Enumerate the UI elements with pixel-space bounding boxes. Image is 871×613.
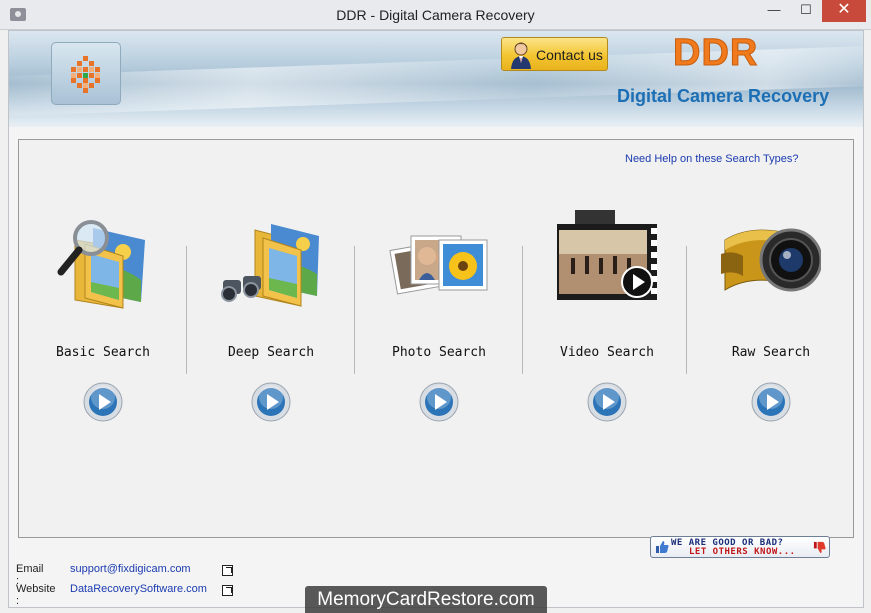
website-link[interactable]: DataRecoverySoftware.com [70, 583, 207, 595]
thumbs-up-icon [656, 541, 669, 553]
app-logo [51, 42, 121, 105]
contact-us-button[interactable]: Contact us [501, 37, 608, 71]
photos-icon [389, 235, 488, 295]
basic-search-play-button[interactable] [83, 382, 123, 422]
header-banner: Contact us DDR Digital Camera Recovery [9, 31, 863, 127]
photo-search-play-button[interactable] [419, 382, 459, 422]
filmstrip-icon [557, 210, 657, 300]
deep-search-label: Deep Search [227, 345, 315, 360]
photo-search-option[interactable]: Photo Search [355, 200, 523, 440]
raw-search-option[interactable]: Raw Search [687, 200, 855, 440]
external-link-icon[interactable] [222, 565, 233, 576]
maximize-button[interactable]: ☐ [790, 0, 822, 22]
feedback-button[interactable]: WE ARE GOOD OR BAD? LET OTHERS KNOW... [650, 536, 830, 558]
thumbs-down-icon [813, 541, 826, 554]
watermark: MemoryCardRestore.com [305, 586, 547, 613]
title-bar: DDR - Digital Camera Recovery — ☐ ✕ [0, 0, 871, 30]
search-panel: Need Help on these Search Types? Basic S… [18, 139, 854, 538]
person-icon [511, 42, 531, 69]
photo-search-label: Photo Search [392, 345, 486, 360]
brand-name: DDR [672, 32, 759, 75]
window-title: DDR - Digital Camera Recovery [336, 7, 535, 23]
basic-search-label: Basic Search [56, 345, 150, 360]
magnifier-folder-icon [57, 220, 145, 309]
deep-search-play-button[interactable] [251, 382, 291, 422]
deep-search-option[interactable]: Deep Search [187, 200, 355, 440]
raw-search-label: Raw Search [731, 345, 811, 360]
video-search-play-button[interactable] [587, 382, 627, 422]
website-label: Website : [16, 583, 56, 607]
camera-lens-film-icon [721, 228, 821, 292]
minimize-button[interactable]: — [758, 0, 790, 22]
basic-search-option[interactable]: Basic Search [19, 200, 187, 440]
close-button[interactable]: ✕ [822, 0, 866, 22]
ddr-logo-icon [71, 56, 100, 93]
help-link[interactable]: Need Help on these Search Types? [625, 153, 798, 165]
email-link[interactable]: support@fixdigicam.com [70, 563, 191, 575]
video-search-label: Video Search [560, 345, 654, 360]
app-frame: Contact us DDR Digital Camera Recovery N… [8, 30, 864, 608]
external-link-icon[interactable] [222, 585, 233, 596]
raw-search-play-button[interactable] [751, 382, 791, 422]
brand-subtitle: Digital Camera Recovery [617, 86, 830, 106]
contact-us-label: Contact us [536, 47, 603, 63]
feedback-line-2: LET OTHERS KNOW... [689, 547, 796, 557]
video-search-option[interactable]: Video Search [523, 200, 691, 440]
binoculars-folder-icon [221, 224, 319, 307]
